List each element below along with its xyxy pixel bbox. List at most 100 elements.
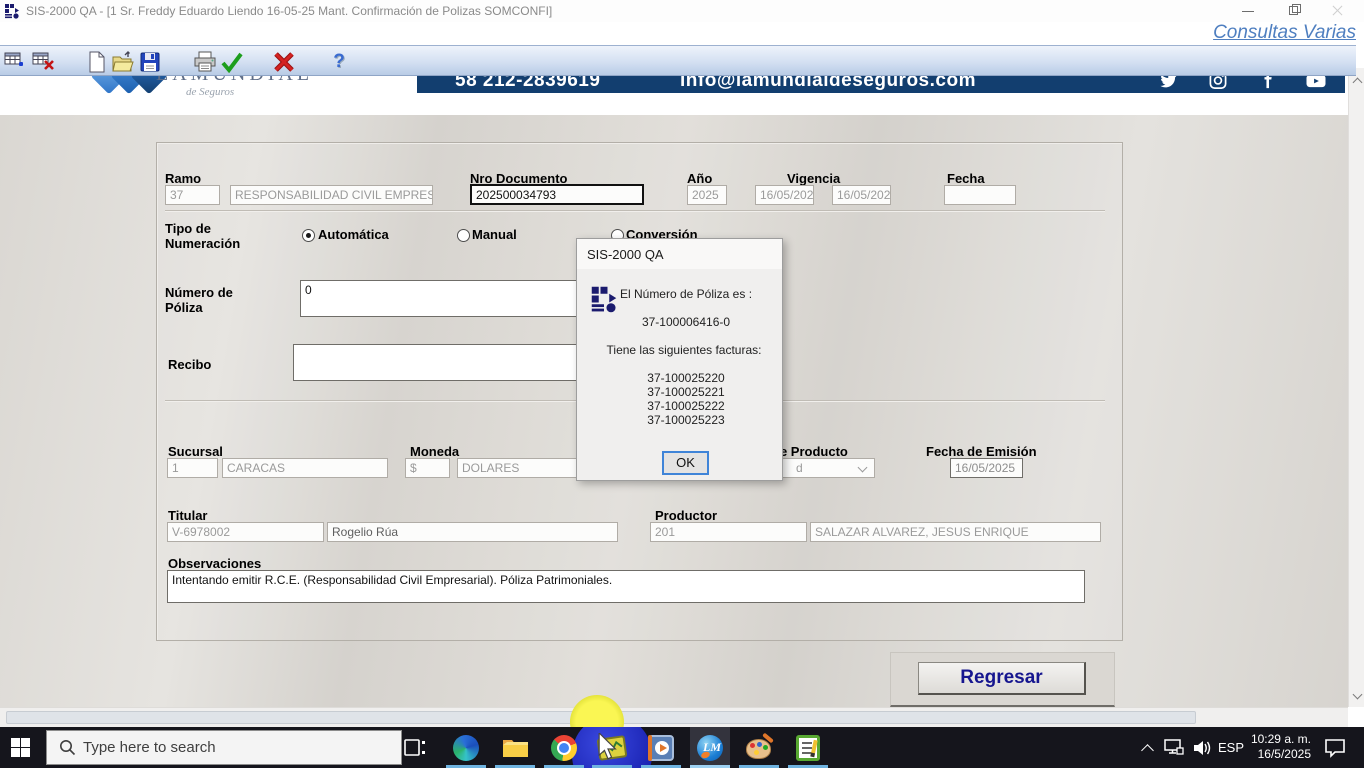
title-bar: SIS-2000 QA - [1 Sr. Freddy Eduardo Lien… [0,0,1364,22]
fecha-emision-field[interactable]: 16/05/2025 [950,458,1023,478]
fecha-emision-label: Fecha de Emisión [926,444,1037,459]
action-center-icon [1324,738,1346,758]
task-view-button[interactable] [395,727,435,768]
notes-icon [796,735,820,761]
tipo-numeracion-label: Tipo de Numeración [165,221,260,251]
clock-time: 10:29 a. m. [1243,732,1311,747]
speaker-icon [1192,739,1212,757]
help-button[interactable]: ? [326,49,352,74]
invoice-number: 37-100025221 [601,385,771,399]
horizontal-scrollbar[interactable] [0,707,1348,727]
paint-icon [746,736,773,760]
cancel-x-icon [272,51,296,73]
vigencia-to-field[interactable]: 16/05/2026 [832,185,891,205]
chevron-down-icon [858,463,868,473]
add-record-button[interactable] [2,49,28,74]
chevron-down-icon [1352,690,1362,700]
edge-icon [453,735,479,761]
toolbar: ? [0,45,1356,76]
print-icon [193,51,217,73]
new-document-button[interactable] [84,49,110,74]
restore-button[interactable] [1279,2,1309,20]
dialog-message-line1: El Número de Póliza es : [601,287,771,301]
print-button[interactable] [192,49,218,74]
ok-button[interactable]: OK [662,451,709,475]
regresar-panel: Regresar [890,652,1115,707]
sucursal-name-field[interactable]: CARACAS [222,458,388,478]
delete-record-icon [32,51,54,73]
observaciones-label: Observaciones [168,556,261,571]
regresar-button[interactable]: Regresar [918,662,1086,695]
file-explorer-icon [502,736,529,760]
vertical-scrollbar[interactable] [1348,68,1364,707]
open-file-button[interactable] [110,49,136,74]
language-indicator[interactable]: ESP [1218,740,1244,755]
dialog-policy-number: 37-100006416-0 [601,315,771,329]
fecha-field[interactable] [944,185,1016,205]
fecha-label: Fecha [947,171,985,186]
invoice-number: 37-100025220 [601,371,771,385]
search-placeholder-text: Type here to search [83,739,216,756]
vigencia-from-field[interactable]: 16/05/2025 [755,185,814,205]
ramo-code-field[interactable]: 37 [165,185,220,205]
taskbar-media-player-button[interactable] [641,727,681,768]
taskbar-clock[interactable]: 10:29 a. m. 16/5/2025 [1243,732,1311,762]
taskbar-file-explorer-button[interactable] [495,727,535,768]
taskbar-lamundial-button[interactable]: LM [690,727,730,768]
taskbar-paint-button[interactable] [739,727,779,768]
radio-automatica[interactable] [302,229,315,242]
delete-record-button[interactable] [30,49,56,74]
titular-label: Titular [168,508,208,523]
scroll-down-button[interactable] [1349,688,1364,704]
radio-automatica-label[interactable]: Automática [318,227,389,242]
moneda-code-field[interactable]: $ [405,458,450,478]
divider [165,210,1105,212]
minimize-button[interactable] [1233,2,1263,20]
add-record-icon [4,51,26,73]
menu-bar: Consultas Varias [0,22,1364,45]
nro-documento-field[interactable]: 202500034793 [470,184,644,205]
network-tray-button[interactable] [1160,727,1188,768]
invoice-number: 37-100025223 [601,413,771,427]
logo-tagline: de Seguros [186,86,234,98]
recibo-label: Recibo [168,357,211,372]
recibo-field[interactable] [293,344,590,381]
numero-poliza-label: Número de Póliza [165,285,265,315]
sucursal-code-field[interactable]: 1 [167,458,218,478]
anio-label: Año [687,171,712,186]
action-center-button[interactable] [1318,727,1352,768]
productor-code-field[interactable]: 201 [650,522,807,542]
taskbar-chrome-button[interactable] [544,727,584,768]
confirm-button[interactable] [219,49,245,74]
clock-date: 16/5/2025 [1243,747,1311,762]
media-player-icon [648,735,674,761]
dialog-message-line2: Tiene las siguientes facturas: [589,343,779,357]
productor-label: Productor [655,508,717,523]
radio-manual[interactable] [457,229,470,242]
close-button[interactable] [1322,2,1352,20]
observaciones-field[interactable]: Intentando emitir R.C.E. (Responsabilida… [167,570,1085,603]
save-icon [139,51,161,73]
producto-value: d [796,461,803,475]
numero-poliza-field[interactable]: 0 [300,280,590,317]
moneda-label: Moneda [410,444,459,459]
save-button[interactable] [137,49,163,74]
taskbar-edge-button[interactable] [446,727,486,768]
confirm-check-icon [220,51,244,73]
radio-manual-label[interactable]: Manual [472,227,517,242]
titular-id-field[interactable]: V-6978002 [167,522,324,542]
consultas-varias-link[interactable]: Consultas Varias [1213,22,1356,44]
cancel-button[interactable] [271,49,297,74]
anio-field[interactable]: 2025 [687,185,727,205]
taskbar-notes-button[interactable] [788,727,828,768]
titular-name-field[interactable]: Rogelio Rúa [327,522,618,542]
chevron-up-icon [1141,744,1154,757]
taskbar-search[interactable]: Type here to search [46,730,402,765]
volume-tray-button[interactable] [1188,727,1216,768]
producto-label: de Producto [772,444,848,459]
start-button[interactable] [11,738,30,757]
tray-overflow-button[interactable] [1134,727,1160,768]
ramo-name-field[interactable]: RESPONSABILIDAD CIVIL EMPRESARIAL [230,185,433,205]
productor-name-field[interactable]: SALAZAR ALVAREZ, JESUS ENRIQUE [810,522,1101,542]
new-document-icon [87,51,107,73]
